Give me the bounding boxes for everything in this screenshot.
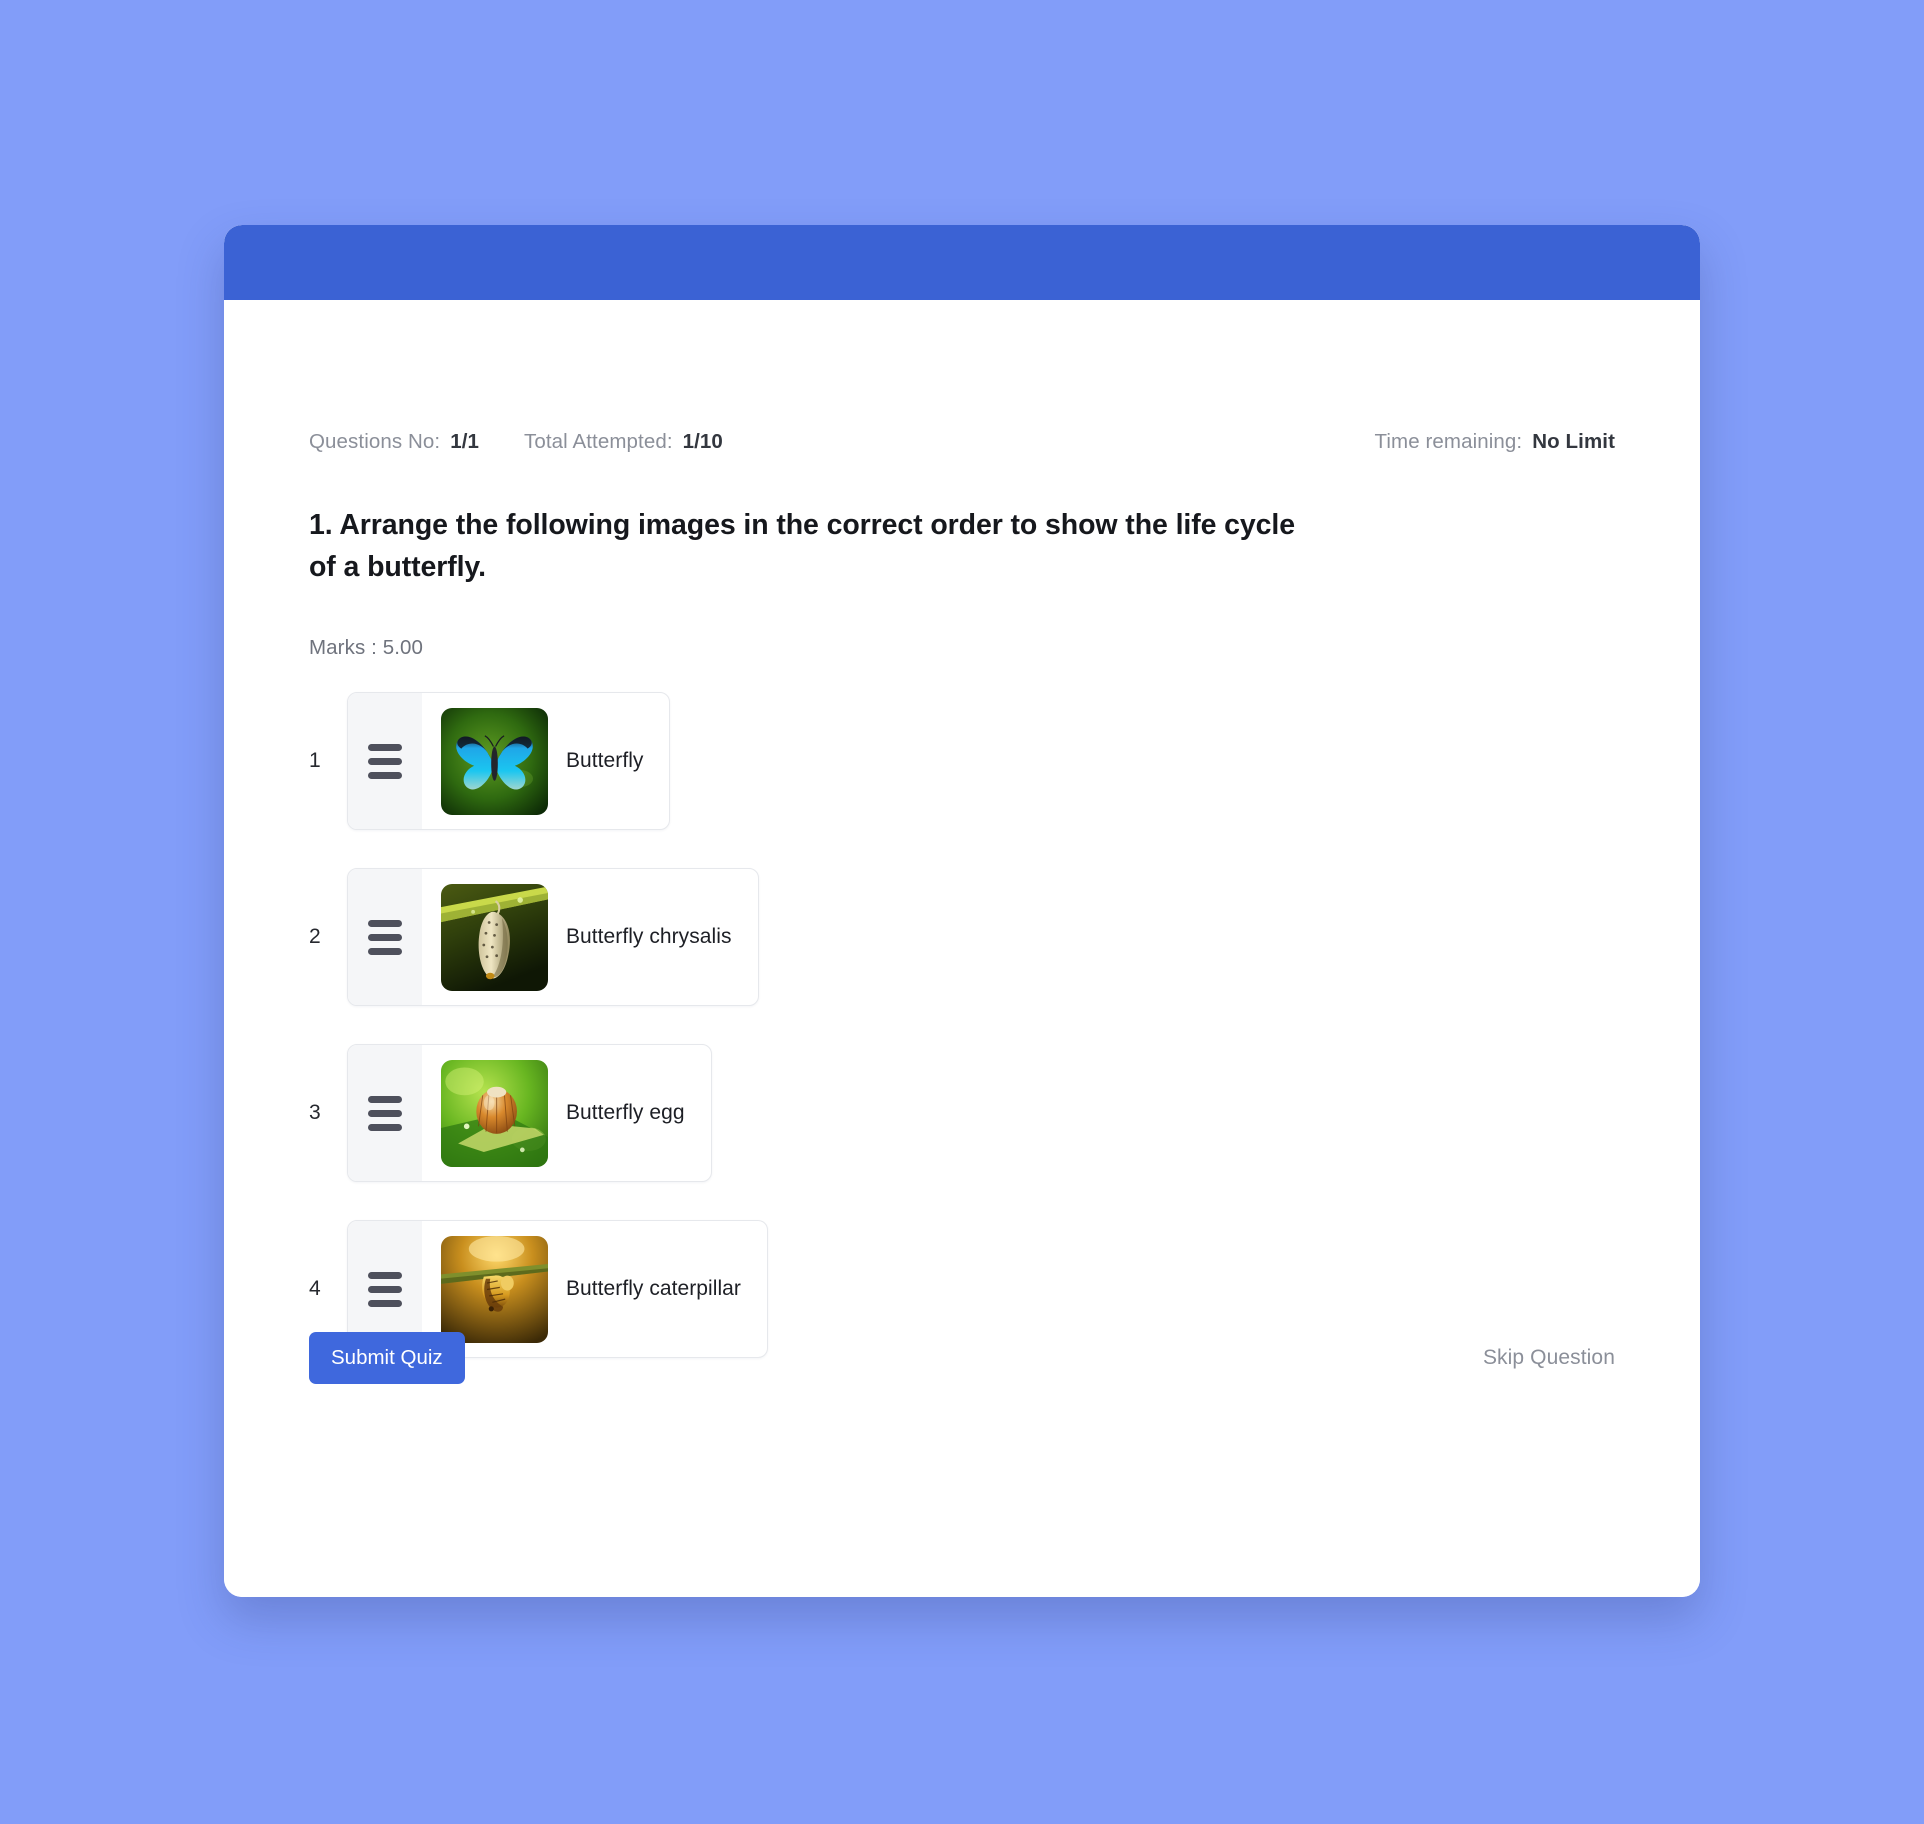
caterpillar-photo (441, 1235, 548, 1343)
row-index-label: 1 (309, 749, 321, 772)
quiz-card: Questions No: 1/1 Total Attempted: 1/10 … (224, 225, 1700, 1597)
total-attempted-group: Total Attempted: 1/10 (524, 430, 723, 454)
sortable-item-label: Butterfly (566, 749, 644, 772)
quiz-meta-row: Questions No: 1/1 Total Attempted: 1/10 … (309, 428, 1615, 456)
question-title: 1. Arrange the following images in the c… (309, 509, 1295, 583)
questions-no-group: Questions No: 1/1 (309, 430, 479, 454)
card-header-bar (224, 225, 1700, 300)
card-body: Questions No: 1/1 Total Attempted: 1/10 … (224, 300, 1700, 1597)
row-index-label: 3 (309, 1101, 321, 1124)
skip-question-link[interactable]: Skip Question (1483, 1346, 1615, 1370)
total-attempted-label: Total Attempted: (524, 430, 673, 453)
sortable-item-label: Butterfly chrysalis (566, 925, 732, 948)
time-remaining-label: Time remaining: (1374, 430, 1523, 453)
chrysalis-photo (441, 883, 548, 991)
row-index-label: 4 (309, 1277, 321, 1300)
question-marks: Marks : 5.00 (309, 636, 423, 659)
sortable-item-label: Butterfly egg (566, 1101, 685, 1124)
total-attempted-value: 1/10 (682, 430, 723, 453)
row-index-label: 2 (309, 925, 321, 948)
egg-photo (441, 1059, 548, 1167)
questions-no-value: 1/1 (450, 430, 480, 453)
sortable-item-card[interactable]: Butterfly (347, 692, 671, 830)
butterfly-photo (441, 707, 548, 815)
sortable-answer-list[interactable]: 1 Butterfly 2 Butterfly chrysalis 3 Butt… (309, 692, 1009, 1396)
sortable-row: 2 Butterfly chrysalis (309, 868, 1009, 1006)
time-remaining-value: No Limit (1532, 430, 1615, 453)
sortable-row: 1 Butterfly (309, 692, 1009, 830)
sortable-item-card[interactable]: Butterfly egg (347, 1044, 712, 1182)
sortable-row: 3 Butterfly egg (309, 1044, 1009, 1182)
sortable-item-card[interactable]: Butterfly chrysalis (347, 868, 759, 1006)
drag-handle-icon[interactable] (348, 1045, 422, 1181)
drag-handle-icon[interactable] (348, 869, 422, 1005)
sortable-item-label: Butterfly caterpillar (566, 1277, 741, 1300)
quiz-footer: Submit Quiz Skip Question (309, 1330, 1615, 1386)
questions-no-label: Questions No: (309, 430, 441, 453)
time-remaining-group: Time remaining: No Limit (1375, 430, 1616, 454)
drag-handle-icon[interactable] (348, 693, 422, 829)
submit-quiz-button[interactable]: Submit Quiz (309, 1332, 465, 1384)
